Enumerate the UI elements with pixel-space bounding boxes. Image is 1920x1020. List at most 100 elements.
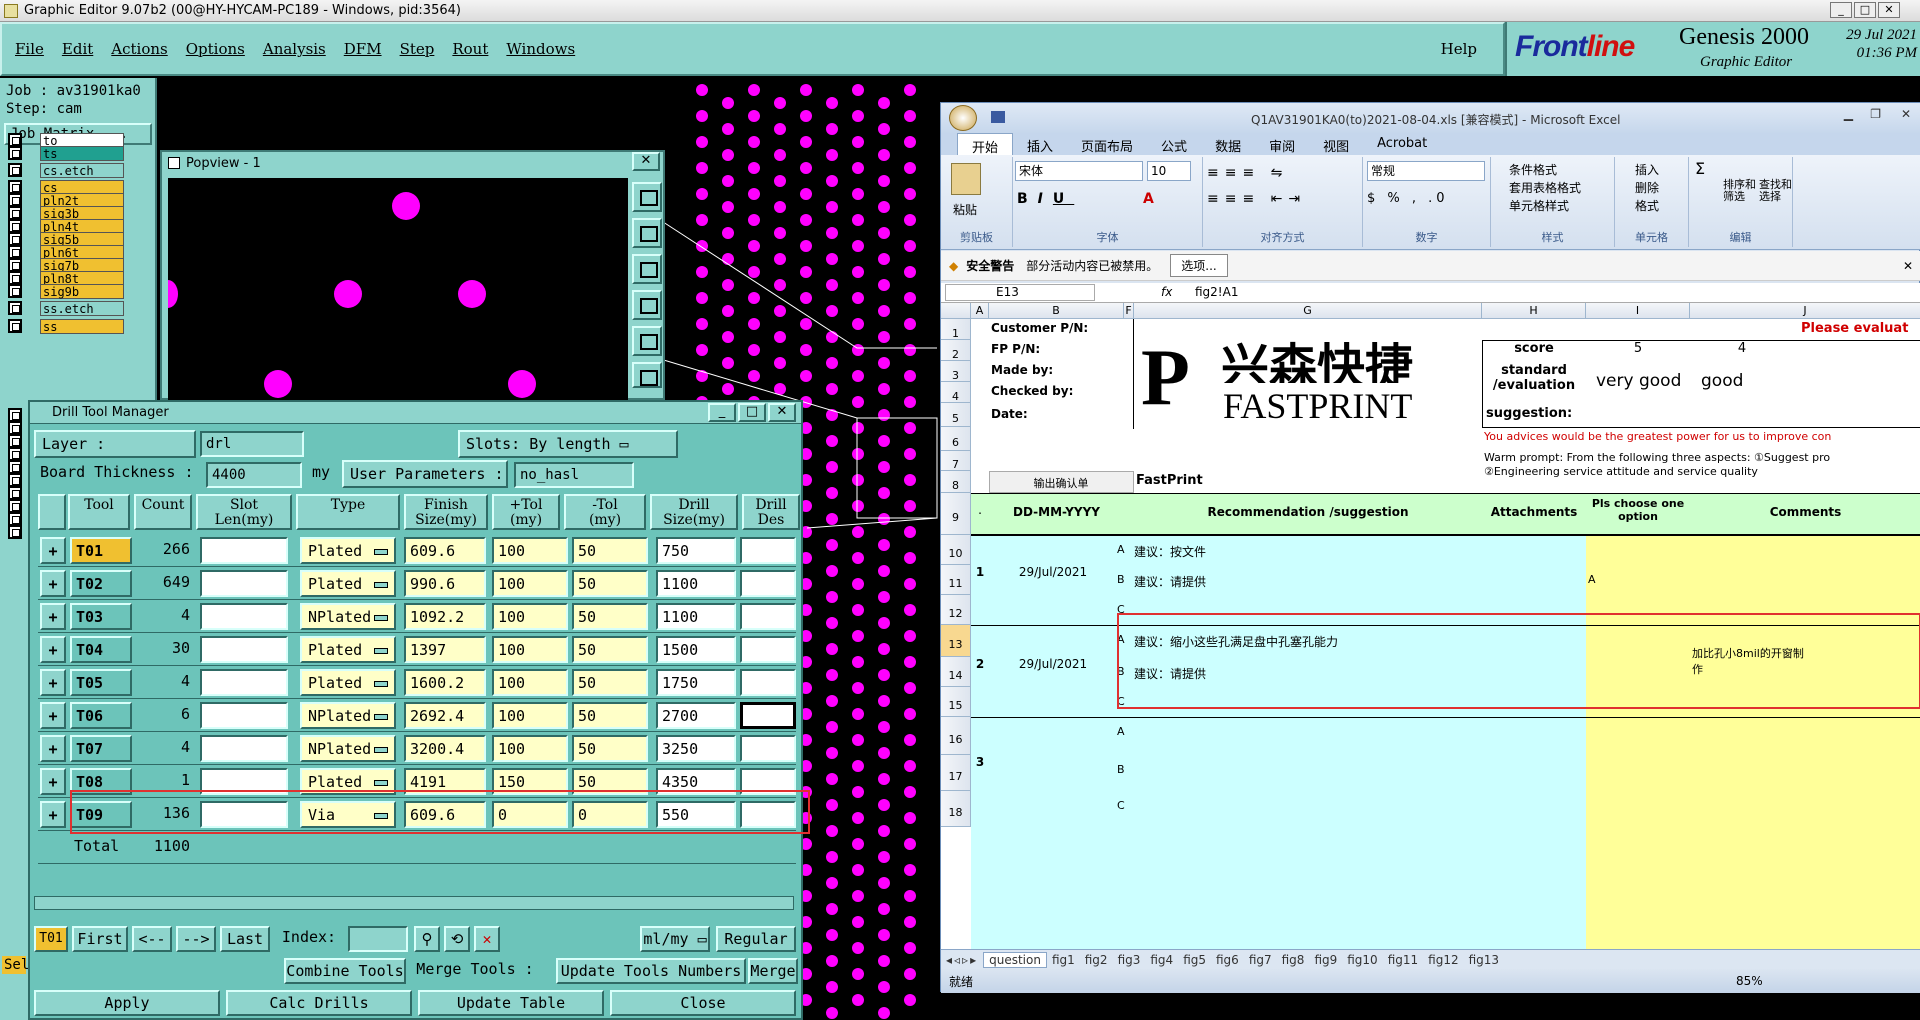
layer-checkbox[interactable]	[8, 163, 22, 177]
layer-checkbox[interactable]	[8, 447, 22, 461]
conditional-format-button[interactable]: 条件格式	[1509, 161, 1557, 178]
sheet-tab-fig11[interactable]: fig11	[1383, 953, 1423, 967]
row-header[interactable]: 7	[941, 451, 971, 471]
slot-len-input[interactable]	[200, 702, 288, 729]
layer-checkbox[interactable]	[8, 258, 22, 272]
finish-size-input[interactable]: 990.6	[404, 570, 486, 597]
reset-index-icon[interactable]: ⟲	[444, 926, 470, 952]
type-select[interactable]: Plated	[300, 537, 396, 564]
drill-des-input[interactable]	[740, 537, 796, 564]
row-header[interactable]: 4	[941, 382, 971, 403]
menu-dfm[interactable]: DFM	[344, 40, 382, 58]
layer-checkbox[interactable]	[8, 206, 22, 220]
add-row-icon[interactable]: +	[40, 537, 66, 564]
minimize-icon[interactable]: _	[1830, 2, 1852, 18]
drill-des-input[interactable]	[740, 735, 796, 762]
row-header[interactable]: 18	[941, 791, 971, 827]
drill-size-input[interactable]: 3250	[656, 735, 736, 762]
formula-input[interactable]: fig2!A1	[1195, 285, 1238, 299]
row-header[interactable]: 9	[941, 493, 971, 535]
dtm-maximize-icon[interactable]: □	[738, 403, 766, 422]
popview-canvas[interactable]	[168, 178, 628, 400]
drill-size-input[interactable]: 1100	[656, 570, 736, 597]
layer-sig9b[interactable]: sig9b	[40, 284, 124, 299]
layer-ss.etch[interactable]: ss.etch	[40, 301, 124, 316]
mode-select[interactable]: Regular ▭	[716, 926, 796, 970]
finish-size-input[interactable]: 609.6	[404, 537, 486, 564]
layer-checkbox[interactable]	[8, 408, 22, 422]
type-select[interactable]: Plated	[300, 570, 396, 597]
update-table-button[interactable]: Update Table	[418, 990, 604, 1016]
save-icon[interactable]	[991, 111, 1005, 123]
layer-checkbox[interactable]	[8, 434, 22, 448]
select-all-corner[interactable]	[941, 303, 971, 319]
plus-tol-input[interactable]: 100	[492, 537, 568, 564]
slot-len-input[interactable]	[200, 537, 288, 564]
drill-des-input[interactable]	[740, 702, 796, 729]
sheet-tab-fig9[interactable]: fig9	[1309, 953, 1342, 967]
spreadsheet-grid[interactable]: A B F G H I J 1 2 3 4 5 6 7 8 9 10 11 12 13 14 15 16 17 18 Custom…	[941, 303, 1920, 949]
slot-len-input[interactable]	[200, 570, 288, 597]
row-header[interactable]: 16	[941, 717, 971, 755]
menu-step[interactable]: Step	[400, 40, 435, 58]
format-button[interactable]: 格式	[1635, 197, 1659, 214]
add-row-icon[interactable]: +	[40, 702, 66, 729]
row-header[interactable]: 10	[941, 535, 971, 565]
delete-button[interactable]: 删除	[1635, 179, 1659, 196]
drill-size-input[interactable]: 1500	[656, 636, 736, 663]
sheet-tab-fig6[interactable]: fig6	[1211, 953, 1244, 967]
add-row-icon[interactable]: +	[40, 570, 66, 597]
slot-len-input[interactable]	[200, 603, 288, 630]
sheet-tab-fig5[interactable]: fig5	[1178, 953, 1211, 967]
row-header[interactable]: 3	[941, 361, 971, 382]
dtm-minimize-icon[interactable]: _	[708, 403, 736, 422]
sel-label[interactable]: Sel	[2, 956, 29, 974]
tool-id[interactable]: T01	[70, 537, 132, 564]
layer-checkbox[interactable]	[8, 525, 22, 539]
type-select[interactable]: NPlated	[300, 603, 396, 630]
close-button[interactable]: Close	[610, 990, 796, 1016]
excel-minimize-icon[interactable]: ▁	[1844, 107, 1853, 121]
type-select[interactable]: NPlated	[300, 735, 396, 762]
paste-label[interactable]: 粘贴	[953, 201, 977, 218]
drill-size-input[interactable]: 1750	[656, 669, 736, 696]
add-row-icon[interactable]: +	[40, 801, 66, 828]
font-size-select[interactable]: 10	[1147, 161, 1191, 181]
finish-size-input[interactable]: 1397	[404, 636, 486, 663]
layer-checkbox[interactable]	[8, 271, 22, 285]
row-header[interactable]: 12	[941, 595, 971, 625]
row-header[interactable]: 5	[941, 403, 971, 427]
table-format-button[interactable]: 套用表格格式	[1509, 179, 1581, 196]
tab-data[interactable]: 数据	[1201, 133, 1255, 155]
user-parameters-input[interactable]: no_hasl	[514, 462, 634, 488]
options-button[interactable]: 选项...	[1170, 254, 1228, 277]
format-buttons[interactable]: BIU	[1017, 191, 1074, 207]
drill-des-input[interactable]	[740, 570, 796, 597]
plus-tol-input[interactable]: 100	[492, 735, 568, 762]
add-row-icon[interactable]: +	[40, 636, 66, 663]
merge-button[interactable]: Merge	[748, 958, 798, 984]
align-icons[interactable]: ≡≡≡ ⇋	[1207, 165, 1288, 181]
combine-tools-button[interactable]: Combine Tools	[284, 958, 406, 984]
popview-tool-1-icon[interactable]	[632, 182, 662, 212]
layer-checkbox[interactable]	[8, 193, 22, 207]
excel-restore-icon[interactable]: ❐	[1870, 107, 1881, 121]
sheet-tab-fig13[interactable]: fig13	[1464, 953, 1504, 967]
add-row-icon[interactable]: +	[40, 768, 66, 795]
popview-tool-3-icon[interactable]	[632, 254, 662, 284]
sheet-tab-fig12[interactable]: fig12	[1423, 953, 1463, 967]
drill-size-input[interactable]: 1100	[656, 603, 736, 630]
number-format-select[interactable]: 常规	[1367, 161, 1485, 181]
popview-close-icon[interactable]: ✕	[632, 152, 660, 171]
cell-style-button[interactable]: 单元格样式	[1509, 197, 1569, 214]
layer-checkbox[interactable]	[8, 319, 22, 333]
column-header[interactable]: G	[1134, 303, 1482, 319]
tab-view[interactable]: 视图	[1309, 133, 1363, 155]
sheet-nav-icons[interactable]: ◂◃▹▸	[941, 953, 983, 967]
drill-des-input[interactable]	[740, 636, 796, 663]
minus-tol-input[interactable]: 50	[572, 570, 648, 597]
menu-analysis[interactable]: Analysis	[263, 40, 326, 58]
drill-size-input[interactable]: 2700	[656, 702, 736, 729]
units-select[interactable]: ml/my ▭	[640, 926, 710, 952]
tab-review[interactable]: 审阅	[1255, 133, 1309, 155]
